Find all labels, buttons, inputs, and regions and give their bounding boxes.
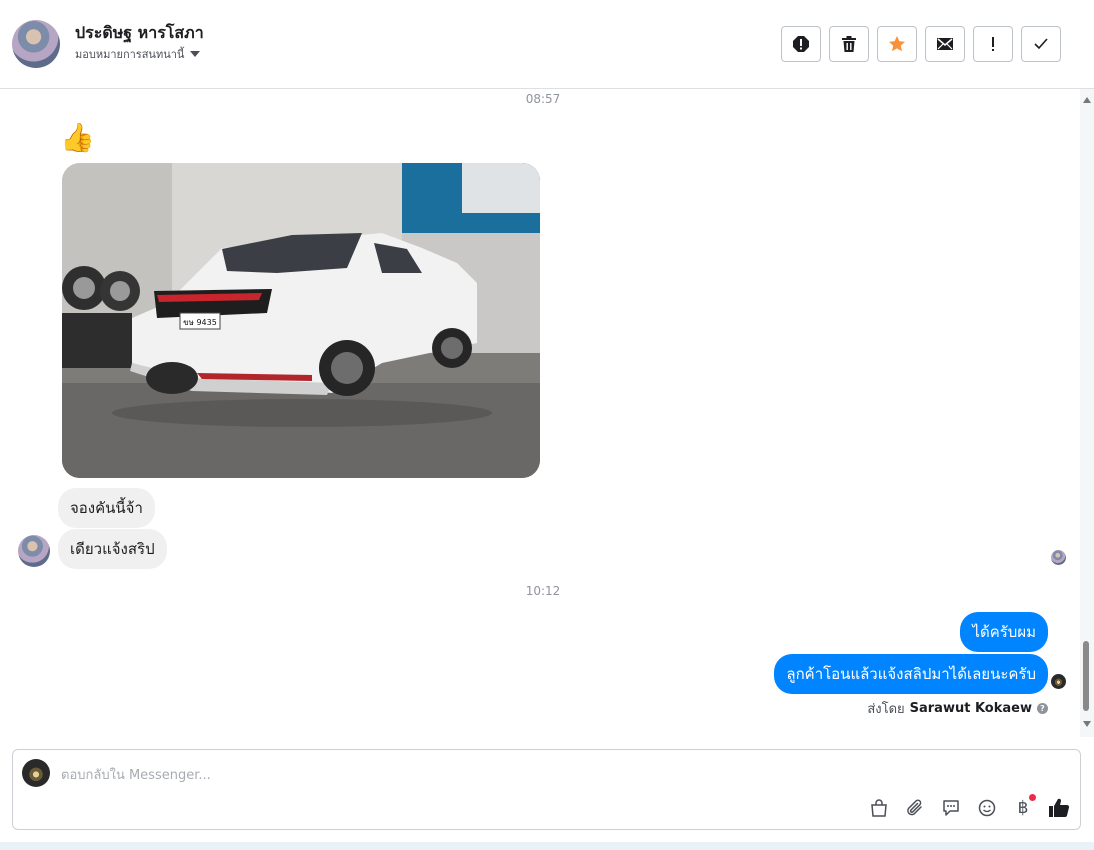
car-photo-image: ขษ 9435 — [62, 163, 540, 478]
sent-by-prefix: ส่งโดย — [867, 702, 905, 717]
license-plate: ขษ 9435 — [183, 318, 217, 327]
notification-dot — [1029, 794, 1036, 801]
thumbs-up-icon — [1049, 798, 1070, 818]
help-icon[interactable]: ? — [1037, 703, 1048, 714]
assign-label: มอบหมายการสนทนานี้ — [75, 48, 185, 61]
like-button[interactable] — [1048, 797, 1070, 819]
thumbs-up-emoji: 👍 — [60, 121, 95, 154]
trash-icon — [842, 36, 856, 52]
conversation-header: ประดิษฐ หารโสภา มอบหมายการสนทนานี้ — [0, 0, 1094, 89]
emoji-button[interactable] — [976, 797, 998, 819]
incoming-message[interactable]: จองคันนี้จ้า — [58, 488, 155, 528]
composer-toolbar: ฿ — [868, 794, 1070, 819]
scrollbar-thumb[interactable] — [1083, 641, 1089, 711]
outgoing-message[interactable]: ลูกค้าโอนแล้วแจ้งสลิปมาได้เลยนะครับ — [774, 654, 1048, 694]
assign-conversation-dropdown[interactable]: มอบหมายการสนทนานี้ — [75, 45, 201, 63]
shop-button[interactable] — [868, 797, 890, 819]
chat-scrollbar[interactable] — [1080, 89, 1094, 737]
star-icon — [889, 36, 905, 52]
incoming-message[interactable]: เดียวแจ้งสริป — [58, 529, 167, 569]
bag-icon — [871, 799, 887, 817]
contact-avatar[interactable] — [12, 20, 60, 68]
mark-spam-button[interactable] — [781, 26, 821, 62]
paperclip-icon — [907, 799, 922, 816]
sender-avatar[interactable] — [18, 535, 50, 567]
page-read-receipt-avatar — [1051, 674, 1066, 689]
scroll-down-arrow-icon[interactable] — [1083, 721, 1091, 727]
mark-done-button[interactable] — [1021, 26, 1061, 62]
scroll-up-arrow-icon[interactable] — [1083, 97, 1091, 103]
star-button[interactable] — [877, 26, 917, 62]
outgoing-message[interactable]: ได้ครับผม — [960, 612, 1048, 652]
check-icon — [1034, 38, 1048, 50]
speech-bubble-icon — [943, 800, 959, 816]
attach-button[interactable] — [904, 797, 926, 819]
alert-circle-icon — [793, 36, 809, 52]
payment-button[interactable]: ฿ — [1012, 794, 1036, 819]
contact-name[interactable]: ประดิษฐ หารโสภา — [75, 21, 204, 46]
bottom-strip — [0, 842, 1094, 850]
caret-down-icon — [190, 51, 201, 57]
message-thread: 08:57 👍 ขษ 9435 จองคันนี้จ้า เดียวแจ้งสร… — [0, 89, 1080, 739]
smiley-icon — [978, 799, 996, 817]
seen-receipt-avatar — [1051, 550, 1066, 565]
baht-icon: ฿ — [1017, 798, 1029, 818]
exclamation-icon — [992, 37, 994, 51]
envelope-icon — [937, 38, 953, 50]
mark-unread-button[interactable] — [925, 26, 965, 62]
saved-replies-button[interactable] — [940, 797, 962, 819]
attached-car-photo[interactable]: ขษ 9435 — [62, 163, 540, 478]
follow-up-button[interactable] — [973, 26, 1013, 62]
delete-button[interactable] — [829, 26, 869, 62]
sent-by-label: ส่งโดย Sarawut Kokaew ? — [867, 698, 1048, 719]
page-avatar — [22, 759, 50, 787]
conversation-actions — [781, 26, 1061, 62]
reply-input[interactable] — [61, 766, 821, 784]
reply-composer: ฿ — [12, 749, 1081, 830]
timestamp: 08:57 — [525, 92, 561, 106]
sent-by-name[interactable]: Sarawut Kokaew — [910, 701, 1032, 716]
messenger-inbox: ประดิษฐ หารโสภา มอบหมายการสนทนานี้ 08:57… — [0, 0, 1094, 850]
timestamp: 10:12 — [525, 584, 561, 598]
